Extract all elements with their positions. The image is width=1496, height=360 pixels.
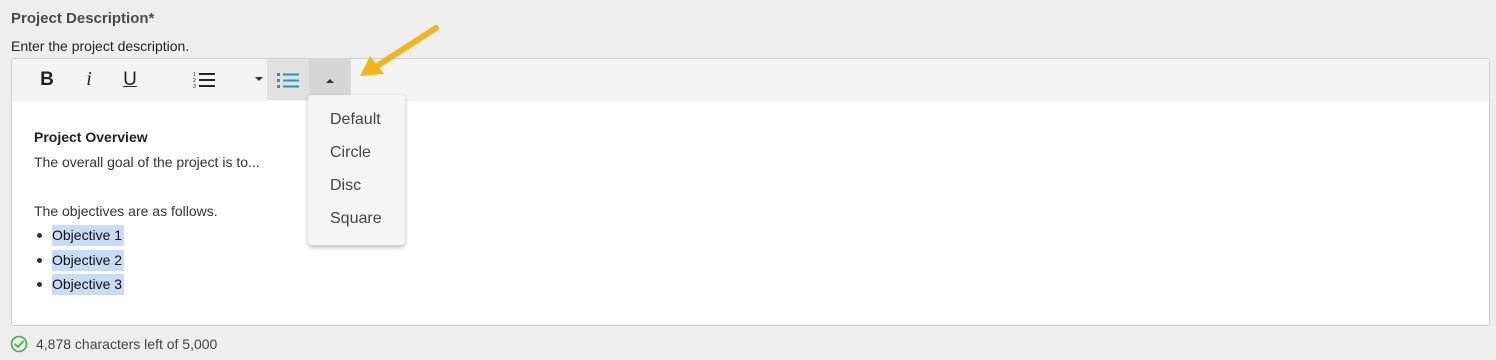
- svg-text:3: 3: [193, 84, 196, 89]
- list-item: Objective 2: [34, 248, 260, 273]
- menu-item-circle[interactable]: Circle: [330, 144, 371, 162]
- menu-item-default[interactable]: Default: [330, 111, 381, 129]
- selected-text: Objective 1: [52, 225, 125, 246]
- content-paragraph: The objectives are as follows.: [34, 202, 218, 219]
- ordered-list-options-button[interactable]: [252, 59, 266, 100]
- editor-toolbar: B i U 1 2 3: [12, 59, 1489, 101]
- selected-text: Objective 3: [52, 274, 125, 295]
- field-help-text: Enter the project description.: [11, 38, 190, 54]
- bullet-list-icon: [277, 72, 299, 88]
- menu-item-square[interactable]: Square: [330, 210, 382, 228]
- bold-button[interactable]: B: [32, 59, 62, 100]
- content-heading: Project Overview: [34, 129, 148, 145]
- ordered-list-button[interactable]: 1 2 3: [188, 59, 220, 100]
- check-circle-icon: [10, 335, 28, 353]
- list-item: Objective 3: [34, 272, 260, 297]
- menu-item-disc[interactable]: Disc: [330, 177, 361, 195]
- objectives-list: Objective 1 Objective 2 Objective 3: [34, 223, 260, 297]
- bullet-style-dropdown-button[interactable]: [309, 59, 351, 100]
- character-count-text: 4,878 characters left of 5,000: [36, 336, 218, 352]
- selected-text: Objective 2: [52, 249, 125, 271]
- character-count: 4,878 characters left of 5,000: [10, 335, 217, 353]
- ordered-list-icon: 1 2 3: [193, 72, 215, 89]
- caret-down-icon: [255, 77, 263, 81]
- annotation-arrow-icon: [360, 25, 439, 76]
- bullet-marker: [37, 233, 42, 238]
- bullet-list-button[interactable]: [267, 59, 309, 100]
- caret-up-icon: [326, 79, 334, 83]
- bullet-marker: [37, 282, 42, 287]
- bullet-style-menu: Default Circle Disc Square: [308, 95, 405, 245]
- editor-content[interactable]: Project Overview The overall goal of the…: [34, 125, 260, 297]
- bullet-marker: [37, 257, 42, 263]
- content-paragraph: The overall goal of the project is to...: [34, 153, 260, 170]
- rich-text-editor[interactable]: B i U 1 2 3 Project Overview The overall…: [11, 58, 1490, 326]
- italic-button[interactable]: i: [74, 59, 104, 100]
- field-label: Project Description*: [11, 10, 155, 27]
- underline-button[interactable]: U: [115, 59, 145, 100]
- list-item: Objective 1: [34, 223, 260, 248]
